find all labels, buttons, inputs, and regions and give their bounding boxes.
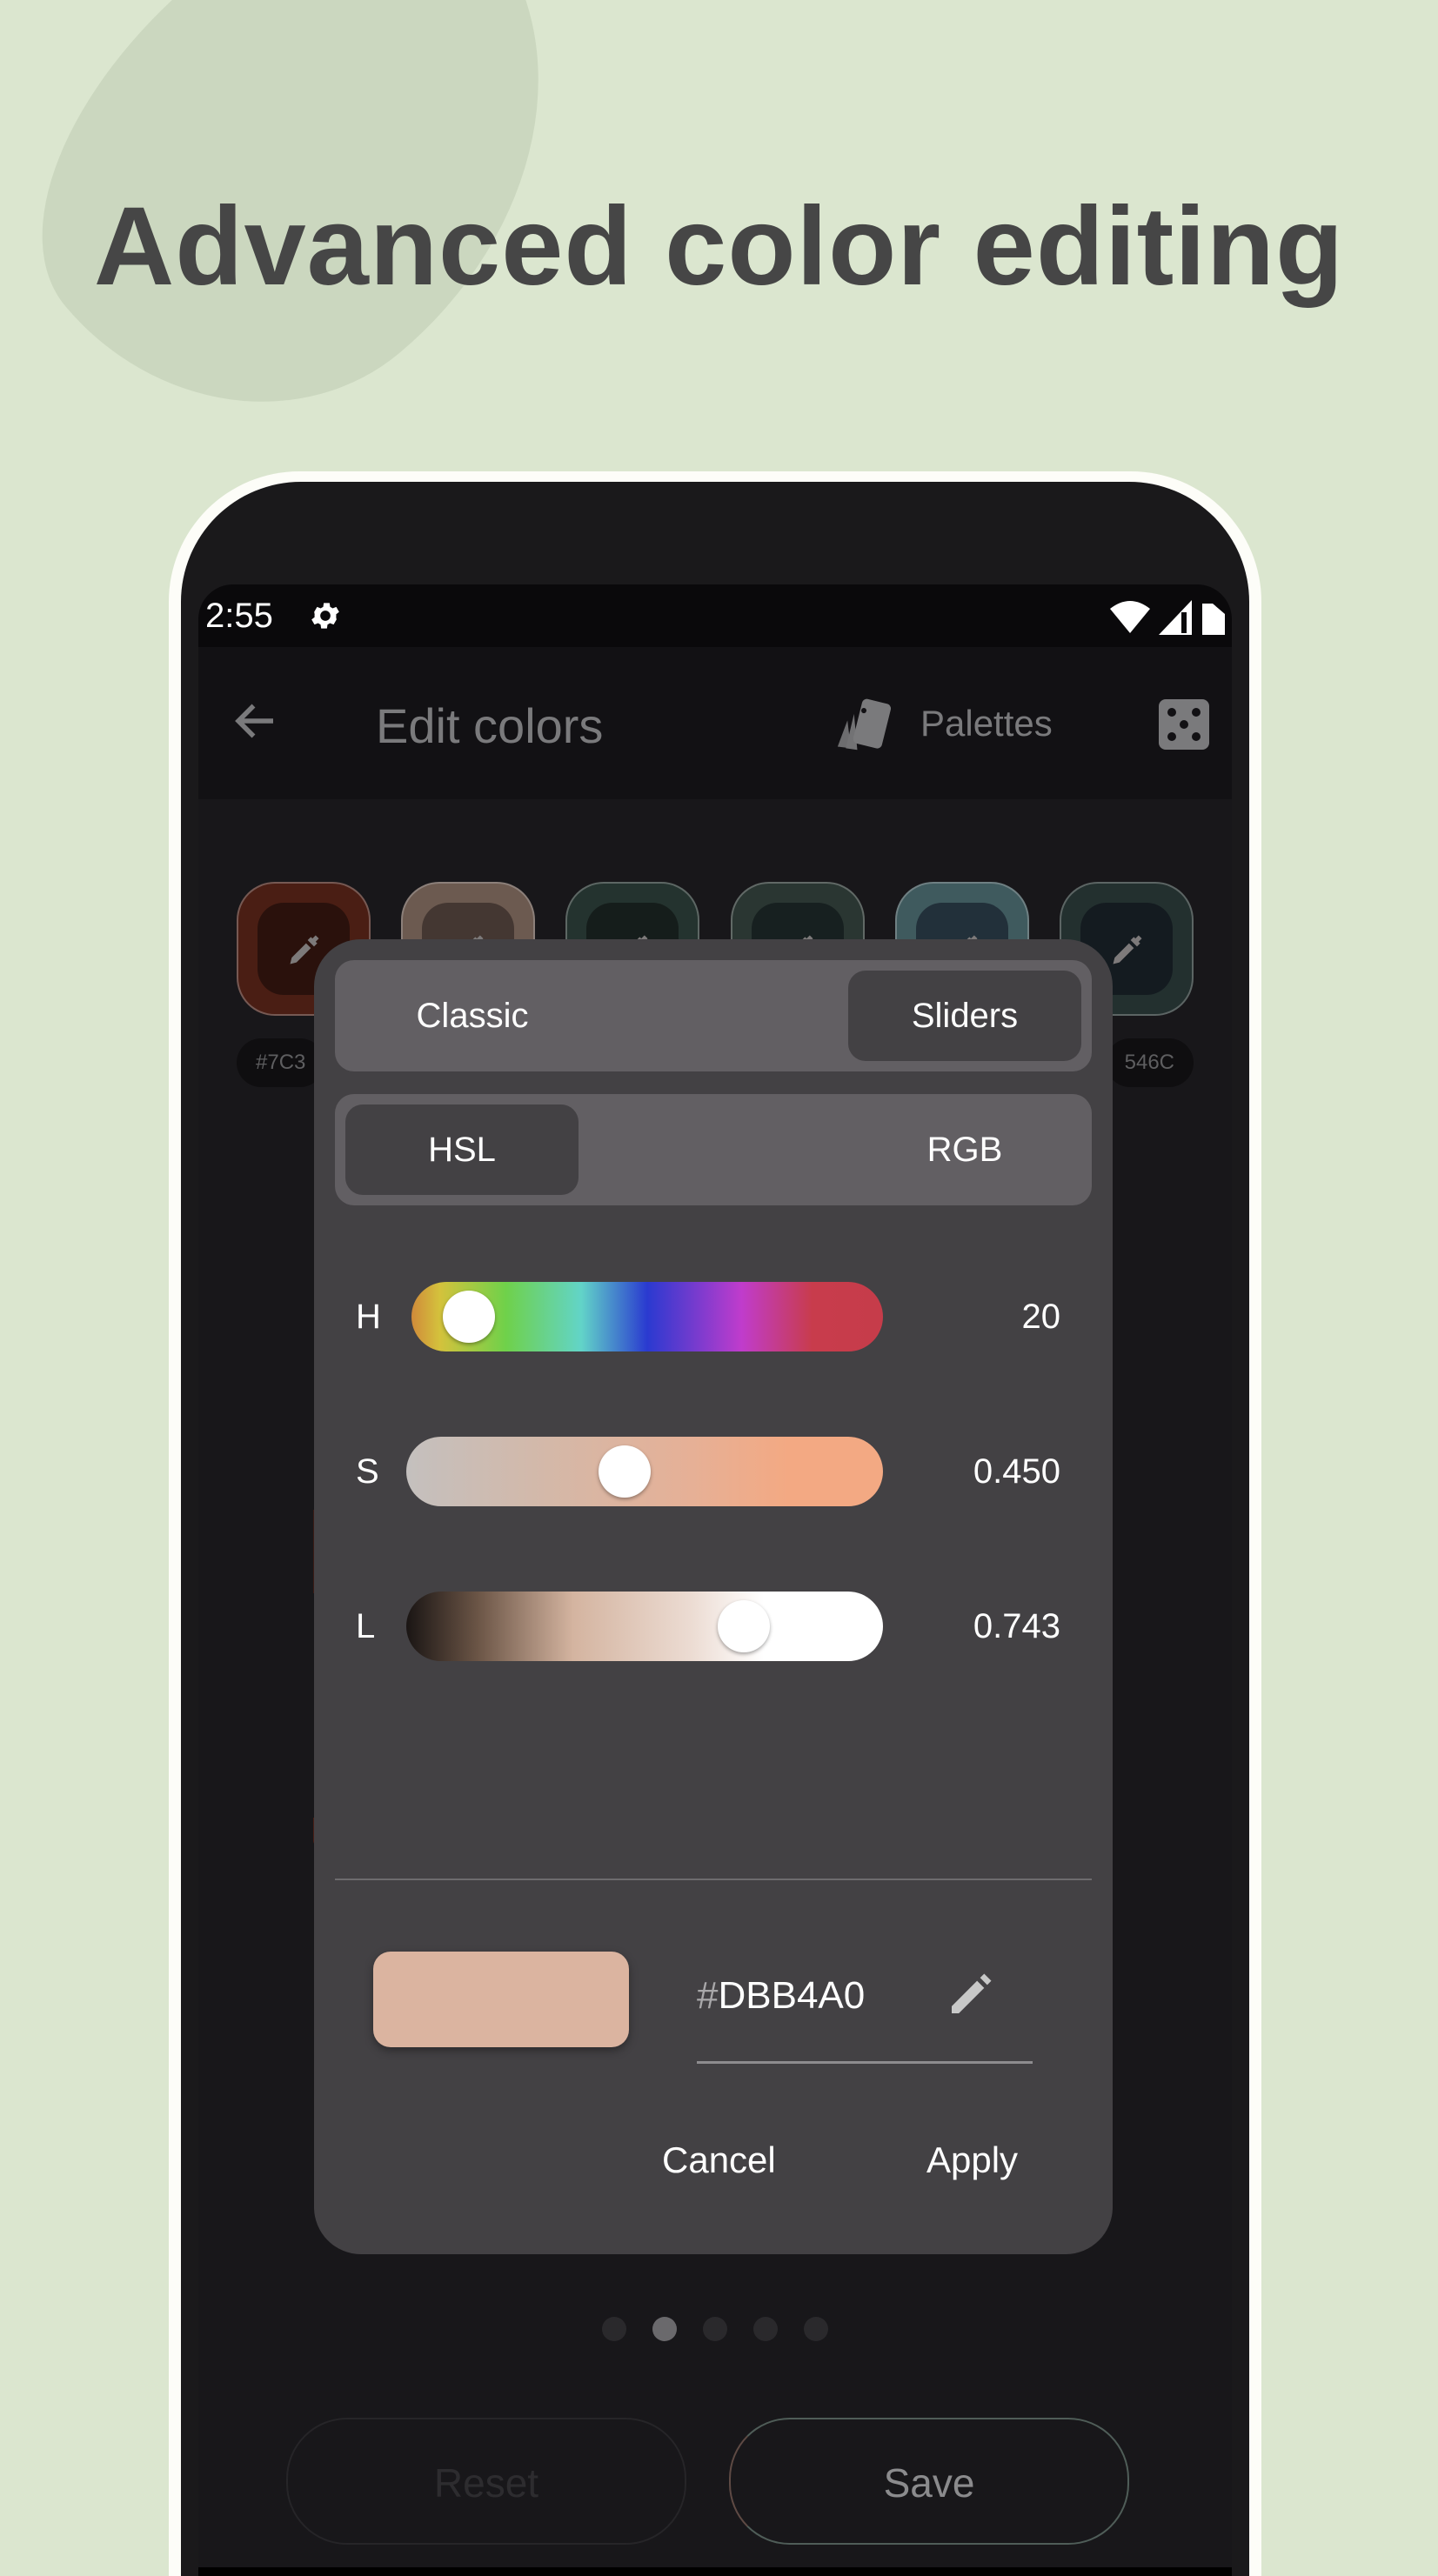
tab-sliders[interactable]: Sliders [848, 971, 1081, 1061]
hex-input-underline [697, 2061, 1033, 2064]
app-bar: Edit colors Palettes [198, 647, 1232, 799]
hue-slider-thumb[interactable] [442, 1291, 495, 1343]
reset-button[interactable]: Reset [286, 2418, 686, 2545]
page-indicator [198, 2317, 1232, 2346]
swatch-hex-label: 546C [1105, 1038, 1194, 1087]
tab-hsl[interactable]: HSL [345, 1104, 579, 1195]
navigation-bar [198, 2567, 1232, 2576]
mode-tabs: Classic Sliders [335, 960, 1092, 1071]
eyedropper-icon [1113, 935, 1142, 964]
status-bar: 2:55 [198, 584, 1232, 647]
lightness-slider-row: L 0.743 [314, 1592, 1113, 1661]
status-icons [1110, 600, 1225, 635]
hex-input[interactable]: #DBB4A0 [697, 1974, 865, 2018]
hue-label: H [356, 1298, 381, 1336]
page-dot[interactable] [602, 2317, 626, 2341]
battery-icon [1202, 604, 1225, 635]
hex-prefix: # [697, 1974, 719, 2017]
color-picker-dialog: Classic Sliders HSL RGB H 20 S 0.450 L 0… [314, 939, 1113, 2254]
page-dot[interactable] [804, 2317, 828, 2341]
signal-icon [1159, 600, 1192, 635]
lightness-value: 0.743 [973, 1607, 1060, 1645]
saturation-slider-thumb[interactable] [598, 1445, 651, 1498]
swatch-hex-label: #7C3 [237, 1038, 325, 1087]
status-time: 2:55 [205, 597, 273, 635]
hue-slider-row: H 20 [314, 1282, 1113, 1351]
apply-button[interactable]: Apply [926, 2139, 1018, 2181]
color-preview [373, 1952, 629, 2047]
wifi-icon [1110, 601, 1150, 633]
headline: Advanced color editing [93, 184, 1345, 309]
tab-classic[interactable]: Classic [356, 971, 589, 1061]
hue-slider[interactable] [411, 1282, 883, 1351]
hue-value: 20 [1021, 1298, 1061, 1336]
lightness-label: L [356, 1607, 376, 1645]
model-tabs: HSL RGB [335, 1094, 1092, 1205]
tab-rgb[interactable]: RGB [848, 1104, 1081, 1195]
palettes-button[interactable]: Palettes [920, 703, 1053, 744]
saturation-label: S [356, 1452, 379, 1491]
dice-icon[interactable] [1159, 699, 1209, 750]
swatchbook-icon[interactable] [833, 697, 894, 753]
lightness-slider-thumb[interactable] [717, 1600, 770, 1652]
save-button[interactable]: Save [729, 2418, 1129, 2545]
page-title: Edit colors [376, 698, 604, 753]
saturation-slider-row: S 0.450 [314, 1437, 1113, 1506]
lightness-slider[interactable] [406, 1592, 883, 1661]
page-dot[interactable] [652, 2317, 677, 2341]
hex-value: DBB4A0 [718, 1974, 866, 2017]
page-dot[interactable] [753, 2317, 778, 2341]
divider [335, 1879, 1092, 1880]
gear-icon [311, 603, 339, 629]
eyedropper-icon [290, 935, 319, 964]
saturation-value: 0.450 [973, 1452, 1060, 1491]
cancel-button[interactable]: Cancel [662, 2139, 776, 2181]
pencil-icon[interactable] [946, 1971, 994, 2019]
saturation-slider[interactable] [406, 1437, 883, 1506]
arrow-left-icon[interactable] [230, 695, 282, 747]
page-dot[interactable] [703, 2317, 727, 2341]
